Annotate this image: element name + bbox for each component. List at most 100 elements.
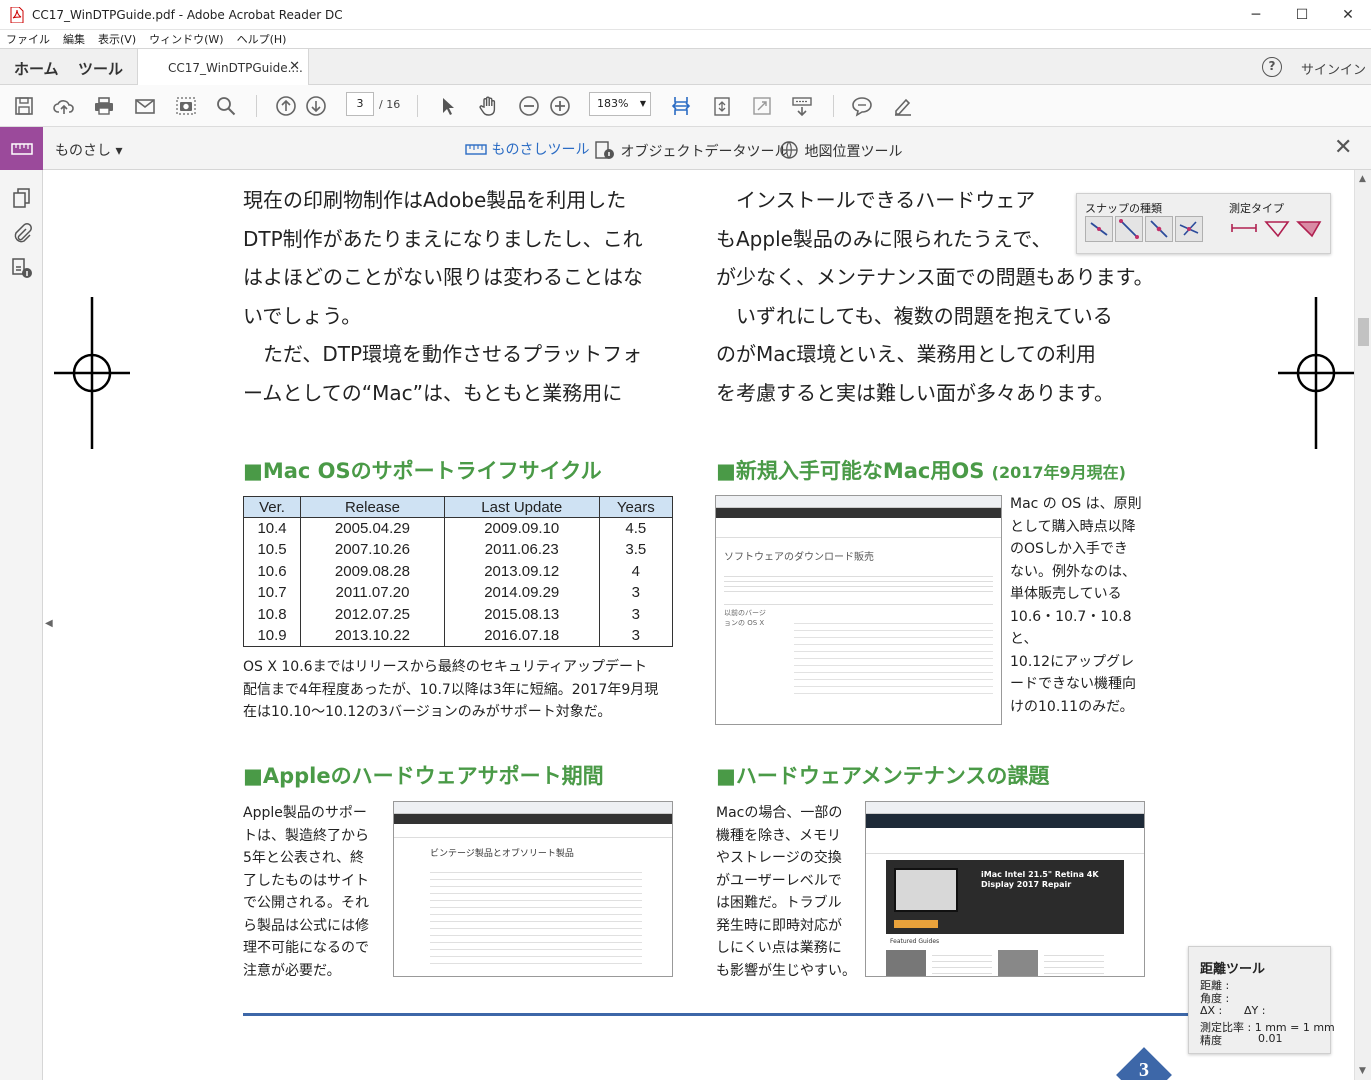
zoom-out-icon[interactable] <box>517 94 541 118</box>
table-cell: 10.8 <box>242 603 302 625</box>
acrobat-pdf-icon <box>10 6 24 23</box>
close-window-button[interactable]: ✕ <box>1325 0 1371 30</box>
text-line: 単体販売している <box>1010 586 1122 602</box>
text-line: Apple製品のサポー <box>243 805 367 821</box>
table-cell: 2013.09.12 <box>443 560 600 582</box>
registration-mark-left-icon <box>54 297 130 449</box>
scroll-mode-icon[interactable] <box>790 94 814 118</box>
fit-width-icon[interactable] <box>669 94 693 118</box>
close-measure-icon[interactable]: ✕ <box>1334 135 1352 160</box>
window-title: CC17_WinDTPGuide.pdf - Adobe Acrobat Rea… <box>32 7 343 22</box>
page-number-input[interactable]: 3 <box>346 92 374 116</box>
perimeter-tool-icon[interactable] <box>1263 216 1291 242</box>
snap-measure-panel: スナップの種類 測定タイプ <box>1076 193 1331 254</box>
snap-to-path-icon[interactable] <box>1085 216 1113 242</box>
scroll-up-arrow-icon[interactable]: ▲ <box>1359 174 1366 184</box>
comment-icon[interactable] <box>850 94 874 118</box>
zoom-level-select[interactable]: 183% ▼ <box>589 92 651 116</box>
geo-location-tool-button[interactable]: 地図位置ツール <box>778 139 902 161</box>
text-line: も影響が生じやすい。 <box>716 962 856 979</box>
email-icon[interactable] <box>133 94 157 118</box>
distance-tool-panel: 距離ツール 距離 : 角度 : ΔX : ΔY : 測定比率 : 1 mm = … <box>1188 946 1335 1054</box>
save-icon[interactable] <box>12 94 36 118</box>
main-toolbar <box>0 85 1371 127</box>
table-row: 10.9 2013.10.22 2016.07.18 3 <box>242 625 674 647</box>
select-cursor-icon[interactable] <box>435 94 459 118</box>
snap-to-midpoint-icon[interactable] <box>1145 216 1173 242</box>
mac-os-version-table: Ver. Release Last Update Years 10.4 2005.… <box>242 496 674 647</box>
sign-pen-icon[interactable] <box>891 94 915 118</box>
table-cell: 3 <box>598 625 674 647</box>
snapshot-camera-icon[interactable] <box>174 94 198 118</box>
zoom-in-icon[interactable] <box>548 94 572 118</box>
table-cell: 10.5 <box>242 539 302 561</box>
table-cell: 10.6 <box>242 560 302 582</box>
snap-to-intersection-icon[interactable] <box>1175 216 1203 242</box>
print-icon[interactable] <box>92 94 116 118</box>
area-tool-icon[interactable] <box>1295 216 1323 242</box>
left-navigation-panel <box>0 170 43 1080</box>
vertical-scrollbar[interactable]: ▲ ▼ <box>1354 170 1371 1080</box>
table-cell: 3 <box>598 603 674 625</box>
close-tab-icon[interactable]: ✕ <box>289 59 300 74</box>
page-thumbnails-icon[interactable] <box>11 187 33 209</box>
previous-page-icon[interactable] <box>274 94 298 118</box>
full-screen-icon[interactable] <box>750 94 774 118</box>
text-line: 5年と公表され、終 <box>243 850 365 866</box>
table-row: 10.7 2011.07.20 2014.09.29 3 <box>242 582 674 604</box>
scrollbar-thumb[interactable] <box>1358 318 1369 346</box>
minimize-button[interactable]: ─ <box>1233 0 1279 30</box>
menu-view[interactable]: 表示(V) <box>98 31 136 47</box>
table-cell: 2007.10.26 <box>300 539 445 561</box>
maximize-button[interactable]: ☐ <box>1279 0 1325 30</box>
heading-subtext: (2017年9月現在) <box>991 463 1126 482</box>
tab-home[interactable]: ホーム <box>14 58 59 79</box>
ruler-icon <box>10 142 33 155</box>
measure-dropdown[interactable]: ものさし ▾ <box>55 140 122 160</box>
hand-tool-icon[interactable] <box>476 94 500 118</box>
object-data-tool-label: オブジェクトデータツール <box>620 144 789 160</box>
table-cell: 10.7 <box>242 582 302 604</box>
menu-window[interactable]: ウィンドウ(W) <box>149 31 223 47</box>
heading-new-mac-os: ■新規入手可能なMac用OS (2017年9月現在) <box>716 455 1126 485</box>
screenshot-sidebar-text: 以前のバージョンの OS X <box>724 609 766 627</box>
menu-edit[interactable]: 編集 <box>63 31 85 47</box>
distance-tool-icon[interactable] <box>1229 216 1257 242</box>
footer-rule <box>243 1013 1193 1016</box>
scroll-down-arrow-icon[interactable]: ▼ <box>1359 1066 1366 1076</box>
panel-collapse-arrow-icon[interactable]: ◀ <box>45 618 53 629</box>
text-line: 10.12にアップグレ <box>1010 653 1135 670</box>
text-line: のOSしか入手でき <box>1010 541 1128 557</box>
table-cell: 2014.09.29 <box>443 582 600 604</box>
text-line: 現在の印刷物制作はAdobe製品を利用した <box>243 188 627 212</box>
text-line: トは、製造終了から <box>243 827 369 844</box>
table-cell: 4 <box>598 560 674 582</box>
table-cell: 2012.07.25 <box>300 603 445 625</box>
text-line: は困難だ。トラブル <box>716 895 842 911</box>
text-line: ードできない機種向 <box>1010 676 1136 692</box>
cloud-upload-icon[interactable] <box>52 94 76 118</box>
rotate-view-icon[interactable] <box>710 94 734 118</box>
menu-help[interactable]: ヘルプ(H) <box>237 31 287 47</box>
search-icon[interactable] <box>214 94 238 118</box>
object-data-tool-button[interactable]: オブジェクトデータツール <box>594 139 788 161</box>
text-line: として購入時点以降 <box>1010 518 1136 535</box>
table-cell: 2013.10.22 <box>300 625 445 647</box>
attachment-paperclip-icon[interactable] <box>11 222 33 244</box>
menu-file[interactable]: ファイル <box>6 31 50 47</box>
heading-mac-os-lifecycle: ■Mac OSのサポートライフサイクル <box>243 459 602 483</box>
next-page-icon[interactable] <box>304 94 328 118</box>
table-cell: 2009.08.28 <box>300 560 445 582</box>
signin-link[interactable]: サインイン <box>1301 59 1366 78</box>
text-line: 理不可能になるので <box>243 940 369 956</box>
screenshot-apple-vintage-products: ビンテージ製品とオブソリート製品 <box>393 801 673 977</box>
snap-to-endpoint-icon[interactable] <box>1115 216 1143 242</box>
tab-document[interactable]: CC17_WinDTPGuide.... ✕ <box>137 49 309 86</box>
text-line: 10.6・10.7・10.8と、 <box>1010 608 1132 648</box>
tab-tools[interactable]: ツール <box>78 58 123 79</box>
measure-tool-button[interactable]: ものさしツール <box>465 139 589 159</box>
ruler-tool-button[interactable] <box>0 127 43 170</box>
help-icon[interactable]: ? <box>1262 57 1282 77</box>
page-info-icon[interactable] <box>11 257 33 279</box>
page-number: 3 <box>1139 1059 1149 1080</box>
